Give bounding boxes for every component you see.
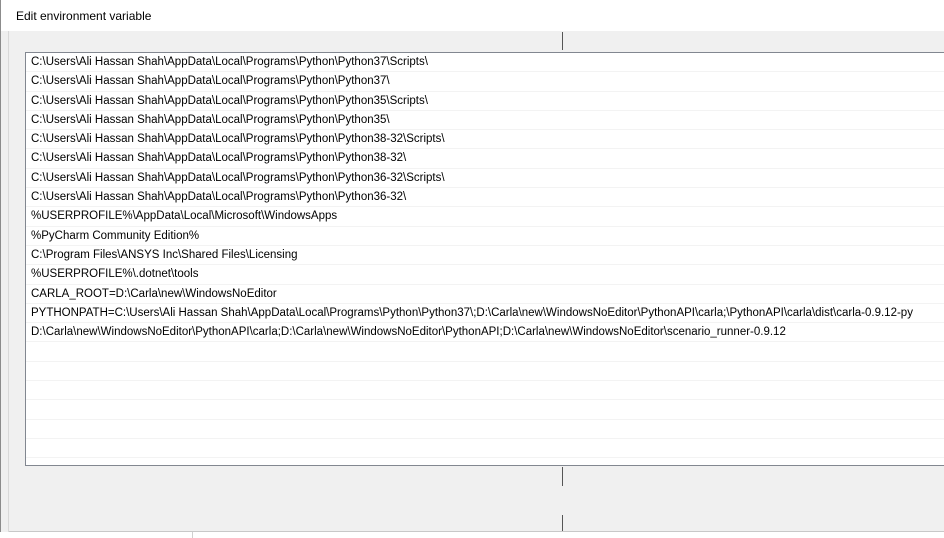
list-item[interactable]: C:\Users\Ali Hassan Shah\AppData\Local\P… (26, 92, 944, 111)
window-title: Edit environment variable (16, 9, 152, 23)
empty-list-row[interactable] (26, 400, 944, 420)
path-entries-list[interactable]: C:\Users\Ali Hassan Shah\AppData\Local\P… (25, 52, 944, 466)
list-item[interactable]: C:\Program Files\ANSYS Inc\Shared Files\… (26, 246, 944, 266)
list-item[interactable]: %PyCharm Community Edition% (26, 227, 944, 246)
list-item[interactable]: C:\Users\Ali Hassan Shah\AppData\Local\P… (26, 53, 944, 73)
list-item[interactable]: %USERPROFILE%\AppData\Local\Microsoft\Wi… (26, 207, 944, 227)
empty-list-row[interactable] (26, 420, 944, 439)
empty-list-row[interactable] (26, 439, 944, 459)
list-item[interactable]: C:\Users\Ali Hassan Shah\AppData\Local\P… (26, 149, 944, 169)
edit-environment-variable-dialog: Edit environment variable C:\Users\Ali H… (0, 0, 944, 538)
empty-list-row[interactable] (26, 381, 944, 401)
empty-list-row[interactable] (26, 342, 944, 362)
title-bar[interactable]: Edit environment variable (1, 0, 944, 31)
list-item[interactable]: PYTHONPATH=C:\Users\Ali Hassan Shah\AppD… (26, 304, 944, 324)
list-item[interactable]: D:\Carla\new\WindowsNoEditor\PythonAPI\c… (26, 323, 944, 343)
list-item[interactable]: C:\Users\Ali Hassan Shah\AppData\Local\P… (26, 72, 944, 92)
underlying-window (0, 532, 944, 538)
list-item[interactable]: %USERPROFILE%\.dotnet\tools (26, 265, 944, 285)
dialog-bottom-area (9, 466, 944, 532)
list-item[interactable]: C:\Users\Ali Hassan Shah\AppData\Local\P… (26, 111, 944, 131)
underlying-window-divider (192, 532, 193, 538)
splitter-line-bottom-2 (562, 515, 563, 531)
background-strip (1, 31, 944, 45)
list-item[interactable]: CARLA_ROOT=D:\Carla\new\WindowsNoEditor (26, 285, 944, 304)
empty-list-row[interactable] (26, 362, 944, 382)
list-item[interactable]: C:\Users\Ali Hassan Shah\AppData\Local\P… (26, 169, 944, 189)
dialog-left-frame (8, 31, 9, 532)
splitter-line-middle-2 (562, 467, 563, 486)
list-item[interactable]: C:\Users\Ali Hassan Shah\AppData\Local\P… (26, 130, 944, 150)
splitter-line-top (562, 32, 563, 50)
list-item[interactable]: C:\Users\Ali Hassan Shah\AppData\Local\P… (26, 188, 944, 208)
